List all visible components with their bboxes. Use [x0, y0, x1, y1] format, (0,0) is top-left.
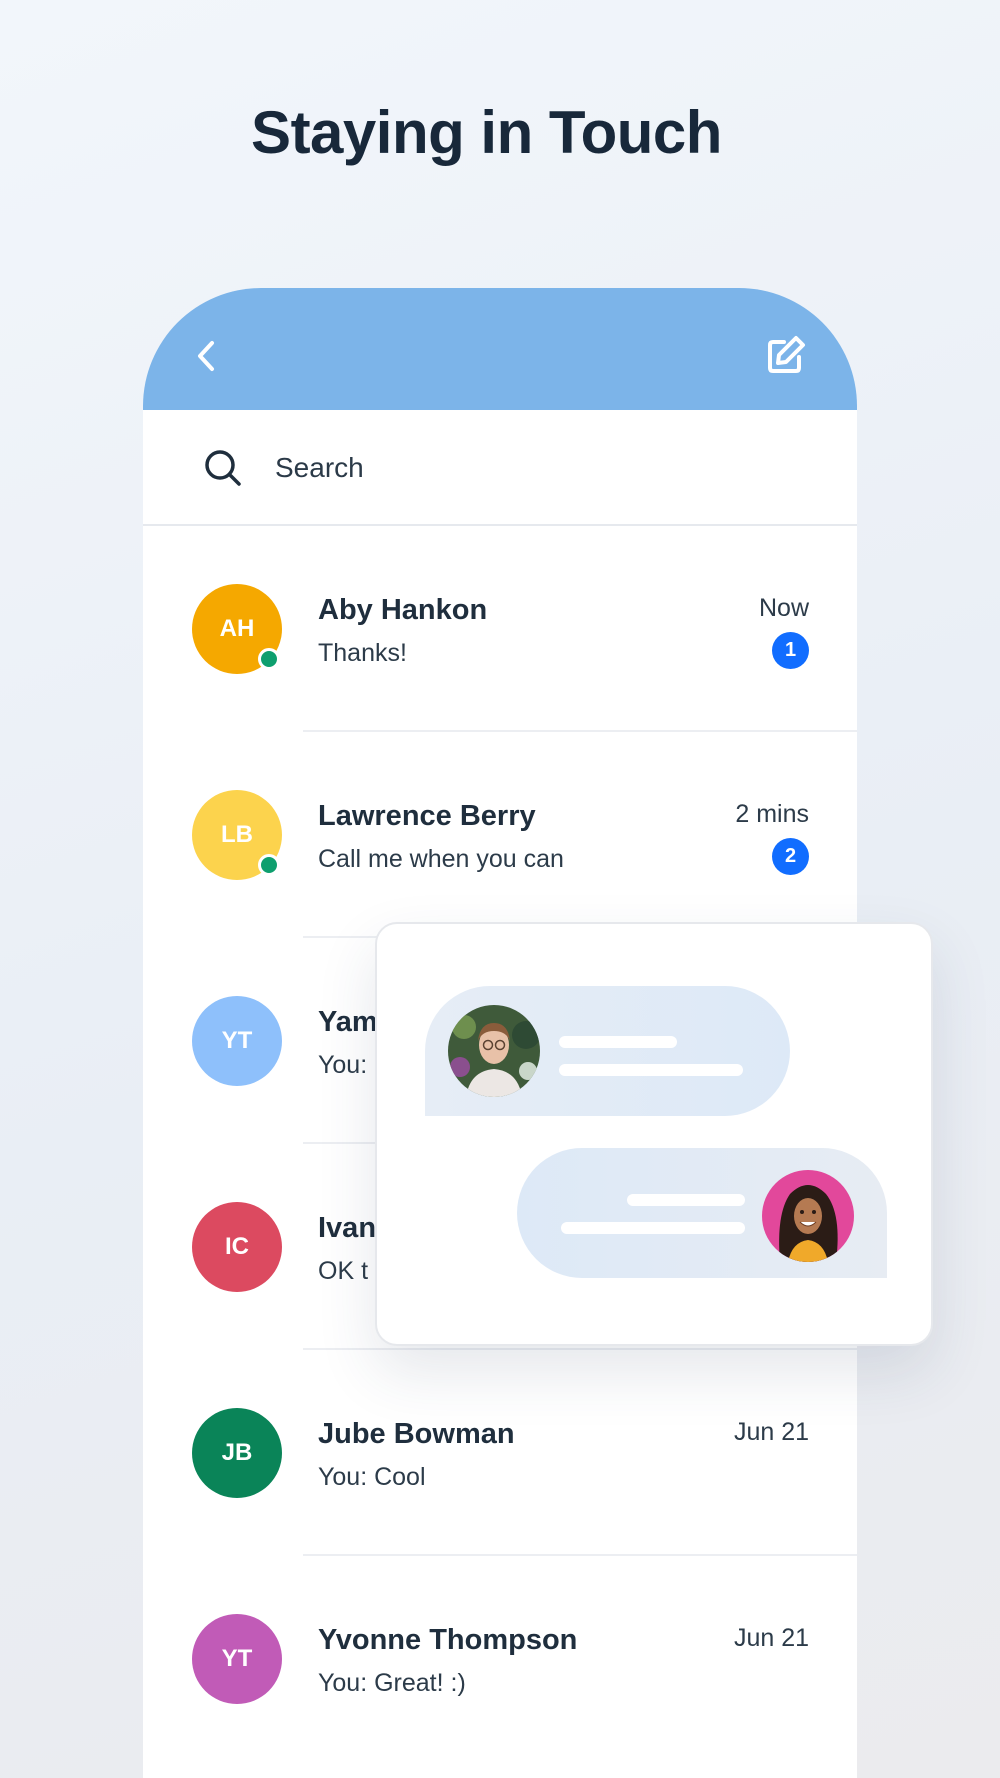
avatar: JB	[192, 1408, 282, 1498]
contact-name: Yvonne Thompson	[318, 1624, 578, 1656]
conversation-item[interactable]: AH Aby Hankon Thanks! Now 1	[143, 526, 857, 732]
woman-with-glasses-photo	[448, 1005, 540, 1097]
outgoing-message-bubble	[517, 1148, 887, 1278]
unread-badge: 1	[772, 632, 809, 669]
compose-edit-icon	[768, 336, 805, 373]
incoming-message-bubble	[425, 986, 790, 1116]
chevron-left-icon	[198, 341, 214, 371]
search-input[interactable]	[275, 446, 795, 490]
online-status-dot	[258, 648, 280, 670]
avatar: IC	[192, 1202, 282, 1292]
chat-preview-card	[375, 922, 933, 1346]
message-text-line	[559, 1036, 677, 1048]
avatar: YT	[192, 996, 282, 1086]
conversation-item[interactable]: LB Lawrence Berry Call me when you can 2…	[143, 732, 857, 938]
unread-badge: 2	[772, 838, 809, 875]
last-message: Thanks!	[318, 639, 407, 667]
search-bar	[143, 410, 857, 526]
contact-name: Jube Bowman	[318, 1418, 515, 1450]
last-message: You: Great! :)	[318, 1669, 466, 1697]
last-message: You:	[318, 1051, 368, 1079]
contact-name: Yam	[318, 1006, 378, 1038]
search-icon	[205, 450, 241, 486]
smiling-woman-photo	[762, 1170, 854, 1262]
contact-name: Lawrence Berry	[318, 800, 536, 832]
last-message: You: Cool	[318, 1463, 426, 1491]
message-text-line	[561, 1222, 745, 1234]
message-text-line	[627, 1194, 745, 1206]
contact-name: Aby Hankon	[318, 594, 488, 626]
compose-button[interactable]	[765, 334, 807, 376]
message-time: Jun 21	[733, 1418, 809, 1446]
page-headline: Staying in Touch	[251, 99, 722, 166]
message-time: Jun 21	[733, 1624, 809, 1652]
message-time: 2 mins	[735, 800, 809, 828]
last-message: Call me when you can	[318, 845, 564, 873]
online-status-dot	[258, 854, 280, 876]
app-header	[143, 288, 857, 410]
avatar: YT	[192, 1614, 282, 1704]
message-time: Now	[758, 594, 809, 622]
last-message: OK t	[318, 1257, 369, 1285]
back-button[interactable]	[191, 338, 221, 374]
contact-name: Ivan	[318, 1212, 377, 1244]
message-text-line	[559, 1064, 743, 1076]
conversation-item[interactable]: JB Jube Bowman You: Cool Jun 21	[143, 1350, 857, 1556]
conversation-item[interactable]: YT Yvonne Thompson You: Great! :) Jun 21	[143, 1556, 857, 1762]
